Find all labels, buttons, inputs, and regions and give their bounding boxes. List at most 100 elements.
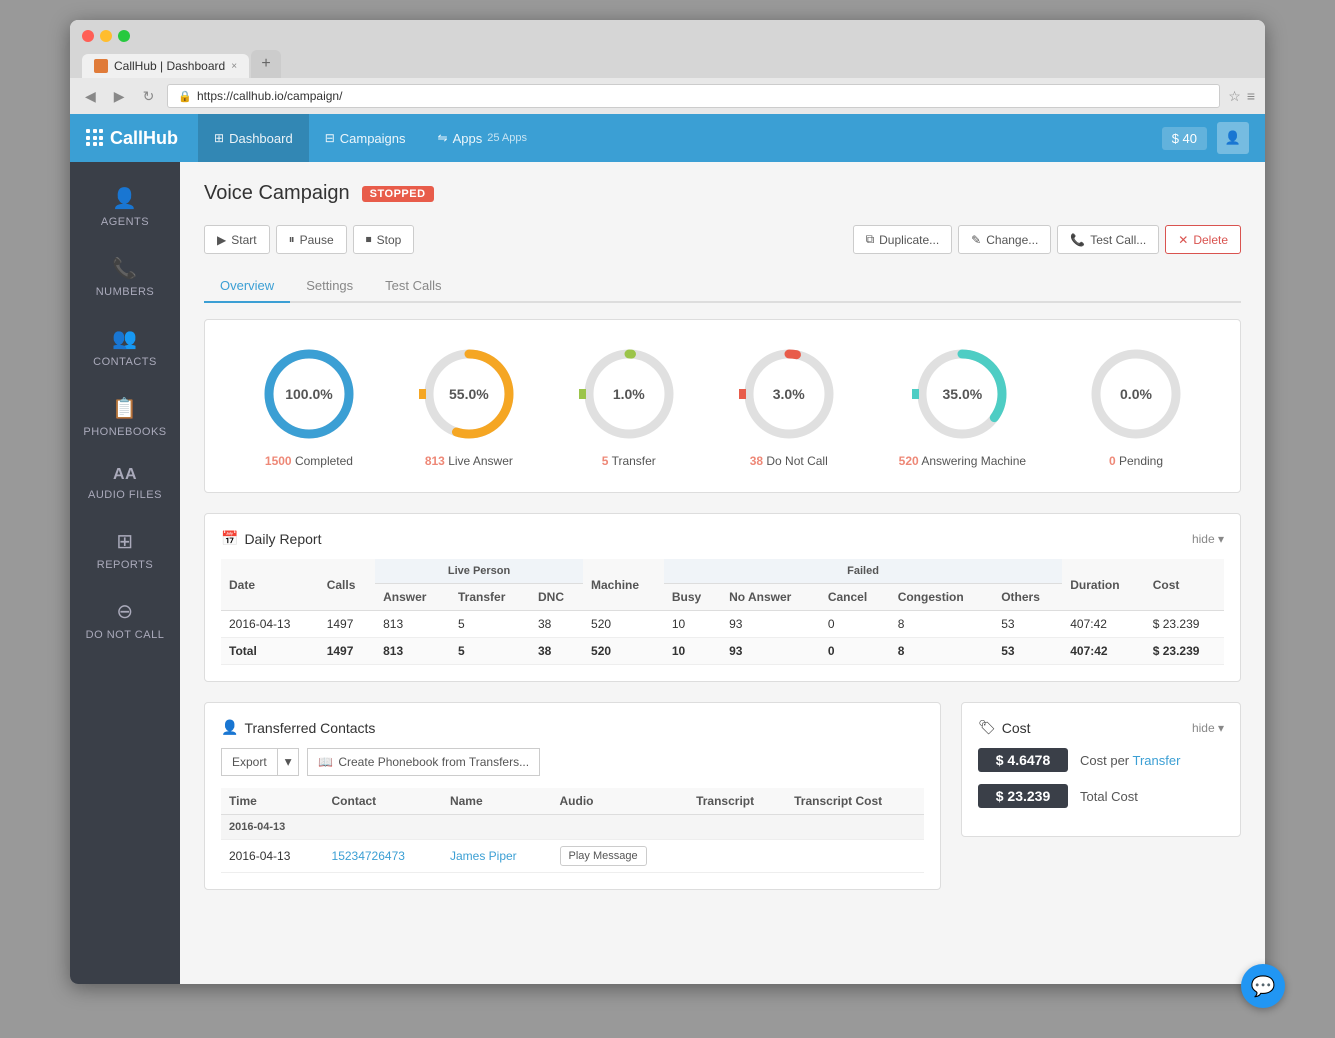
- menu-icon[interactable]: ≡: [1247, 88, 1255, 105]
- donut-4: 35.0%: [912, 344, 1012, 444]
- play-message-button[interactable]: Play Message: [560, 846, 647, 866]
- sidebar-item-do-not-call[interactable]: ⊖ DO NOT CALL: [70, 585, 180, 655]
- donut-label-5: 0.0%: [1120, 386, 1152, 402]
- table-row: 2016-04-13 15234726473 James Piper Play …: [221, 840, 924, 873]
- browser-toolbar: ◀ ▶ ↻ 🔒 https://callhub.io/campaign/ ☆ ≡: [70, 78, 1265, 114]
- delete-button[interactable]: ✕ Delete: [1165, 225, 1241, 254]
- col-calls: Calls: [319, 559, 375, 611]
- close-dot[interactable]: [82, 30, 94, 42]
- col-name: Name: [442, 788, 552, 815]
- table-total-row: Total 1497 813 5 38 520 10 93 0 8 53: [221, 638, 1224, 665]
- sidebar-item-numbers[interactable]: 📞 NUMBERS: [70, 242, 180, 312]
- page-header: Voice Campaign STOPPED: [204, 182, 1241, 205]
- sidebar-item-phonebooks[interactable]: 📋 PHONEBOOKS: [70, 382, 180, 452]
- export-group: Export ▾: [221, 748, 299, 776]
- duplicate-button[interactable]: ⧉ Duplicate...: [853, 225, 953, 254]
- sidebar: 👤 AGENTS 📞 NUMBERS 👥 CONTACTS 📋 PHONEBOO…: [70, 162, 180, 984]
- stop-icon: ⏹: [366, 232, 372, 247]
- maximize-dot[interactable]: [118, 30, 130, 42]
- sidebar-item-agents[interactable]: 👤 AGENTS: [70, 172, 180, 242]
- cost-per-transfer-label: Cost per Transfer: [1080, 753, 1180, 768]
- donut-label-0: 100.0%: [285, 386, 332, 402]
- tab-close-button[interactable]: ×: [231, 61, 237, 72]
- nav-campaigns[interactable]: ⊟ Campaigns: [309, 114, 422, 162]
- col-time: Time: [221, 788, 324, 815]
- user-avatar[interactable]: 👤: [1217, 122, 1249, 154]
- sidebar-item-reports[interactable]: ⊞ REPORTS: [70, 515, 180, 585]
- group-live-person: Live Person: [375, 559, 583, 584]
- export-dropdown-button[interactable]: ▾: [278, 748, 300, 776]
- tab-settings[interactable]: Settings: [290, 270, 369, 303]
- stats-section: 100.0% 1500 Completed 55.0% 813 Live Ans…: [204, 319, 1241, 493]
- stats-grid: 100.0% 1500 Completed 55.0% 813 Live Ans…: [229, 344, 1216, 468]
- stop-button[interactable]: ⏹ Stop: [353, 225, 415, 254]
- back-button[interactable]: ◀: [80, 86, 101, 107]
- nav-links: ⊞ Dashboard ⊟ Campaigns ⇋ Apps 25 Apps: [198, 114, 1162, 162]
- donut-label-4: 35.0%: [942, 386, 982, 402]
- tab-test-calls[interactable]: Test Calls: [369, 270, 457, 303]
- section-title: 📅 Daily Report: [221, 530, 321, 547]
- new-tab-button[interactable]: +: [251, 50, 281, 78]
- sidebar-item-contacts[interactable]: 👥 CONTACTS: [70, 312, 180, 382]
- calendar-icon: 📅: [221, 530, 238, 547]
- cost-hide-link[interactable]: hide ▾: [1192, 721, 1224, 735]
- col-audio: Audio: [552, 788, 689, 815]
- logo[interactable]: CallHub: [86, 128, 178, 149]
- address-bar[interactable]: 🔒 https://callhub.io/campaign/: [167, 84, 1220, 108]
- user-icon: 👤: [1225, 130, 1241, 146]
- total-cost: $ 23.239 Total Cost: [978, 784, 1224, 808]
- hide-link[interactable]: hide ▾: [1192, 532, 1224, 546]
- nav-apps[interactable]: ⇋ Apps 25 Apps: [422, 114, 543, 162]
- logo-grid-icon: [86, 129, 104, 147]
- test-call-button[interactable]: 📞 Test Call...: [1057, 225, 1159, 254]
- transferred-section: 👤 Transferred Contacts Export ▾ 📖: [204, 702, 941, 890]
- browser-tab[interactable]: CallHub | Dashboard ×: [82, 54, 249, 78]
- col-cancel: Cancel: [820, 584, 890, 611]
- action-bar: ▶ Start ⏸ Pause ⏹ Stop: [204, 225, 1241, 254]
- donut-5: 0.0%: [1086, 344, 1186, 444]
- tab-overview[interactable]: Overview: [204, 270, 290, 303]
- minimize-dot[interactable]: [100, 30, 112, 42]
- tab-favicon: [94, 59, 108, 73]
- col-date: Date: [221, 559, 319, 611]
- cost-per-transfer-value: $ 4.6478: [978, 748, 1068, 772]
- phonebooks-icon: 📋: [112, 396, 137, 421]
- stat-desc-0: 1500 Completed: [265, 454, 353, 468]
- pause-button[interactable]: ⏸ Pause: [276, 225, 347, 254]
- reports-icon: ⊞: [116, 529, 133, 554]
- total-cost-value: $ 23.239: [978, 784, 1068, 808]
- col-others: Others: [993, 584, 1062, 611]
- stat-item-1: 55.0% 813 Live Answer: [419, 344, 519, 468]
- apps-icon: ⇋: [438, 131, 448, 145]
- cost-tag-icon: 🏷: [978, 719, 996, 736]
- play-icon: ▶: [217, 233, 226, 247]
- col-contact: Contact: [324, 788, 442, 815]
- stat-item-4: 35.0% 520 Answering Machine: [899, 344, 1026, 468]
- export-button[interactable]: Export: [221, 748, 278, 776]
- donut-cap-3: [739, 389, 746, 399]
- cost-section: 🏷 Cost hide ▾ $ 4.6478 Cost per Transfer: [961, 702, 1241, 837]
- table-row: 2016-04-13 1497 813 5 38 520 10 93 0 8 5: [221, 611, 1224, 638]
- balance-badge: $ 40: [1162, 127, 1207, 150]
- col-machine: Machine: [583, 559, 664, 611]
- phone-icon: 📞: [1070, 233, 1085, 247]
- daily-report-section: 📅 Daily Report hide ▾ Date Calls Live Pe…: [204, 513, 1241, 682]
- phonebook-button[interactable]: 📖 Create Phonebook from Transfers...: [307, 748, 540, 776]
- tab-title: CallHub | Dashboard: [114, 59, 225, 73]
- bookmark-icon[interactable]: ☆: [1228, 88, 1241, 105]
- sidebar-item-audio-files[interactable]: Aa AUDIO FILES: [70, 452, 180, 515]
- nav-dashboard[interactable]: ⊞ Dashboard: [198, 114, 309, 162]
- reload-button[interactable]: ↻: [138, 86, 160, 107]
- campaigns-icon: ⊟: [325, 131, 335, 145]
- col-answer: Answer: [375, 584, 450, 611]
- donut-1: 55.0%: [419, 344, 519, 444]
- forward-button[interactable]: ▶: [109, 86, 130, 107]
- delete-icon: ✕: [1178, 233, 1188, 247]
- start-button[interactable]: ▶ Start: [204, 225, 270, 254]
- change-button[interactable]: ✎ Change...: [958, 225, 1051, 254]
- main-layout: 👤 AGENTS 📞 NUMBERS 👥 CONTACTS 📋 PHONEBOO…: [70, 162, 1265, 984]
- chat-bubble[interactable]: 💬: [1241, 964, 1285, 1008]
- do-not-call-icon: ⊖: [116, 599, 133, 624]
- page-title: Voice Campaign: [204, 182, 350, 205]
- content-area: Voice Campaign STOPPED ▶ Start ⏸ Pause: [180, 162, 1265, 984]
